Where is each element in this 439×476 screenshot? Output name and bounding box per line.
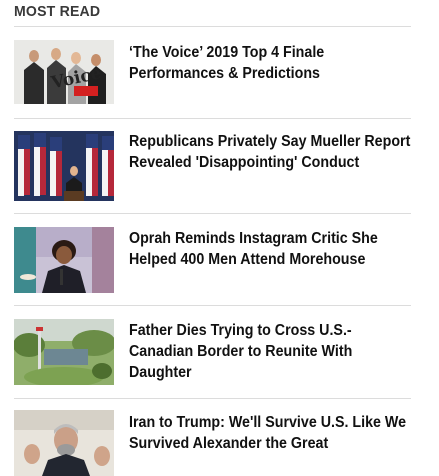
article-thumbnail[interactable]: [14, 410, 114, 476]
article-thumbnail[interactable]: [14, 319, 114, 385]
article-item[interactable]: Republicans Privately Say Mueller Report…: [14, 131, 414, 201]
article-thumbnail[interactable]: [14, 131, 114, 201]
the-voice-coaches-photo: Voice: [14, 40, 114, 104]
article-item[interactable]: Iran to Trump: We'll Survive U.S. Like W…: [14, 410, 414, 476]
oprah-speaking-photo: [14, 227, 114, 293]
article-title-link[interactable]: Iran to Trump: We'll Survive U.S. Like W…: [129, 412, 414, 454]
article-item[interactable]: Voice ‘The Voice’ 2019 Top 4 Finale Perf…: [14, 40, 414, 106]
article-item[interactable]: Father Dies Trying to Cross U.S.-Canadia…: [14, 319, 414, 385]
flags-podium-photo: [14, 131, 114, 201]
divider: [14, 213, 411, 214]
most-read-widget: MOST READ Voice ‘The Voice’ 2019 Top 4 F…: [0, 0, 439, 476]
divider: [14, 118, 411, 119]
article-item[interactable]: Oprah Reminds Instagram Critic She Helpe…: [14, 227, 414, 293]
article-title-link[interactable]: Father Dies Trying to Cross U.S.-Canadia…: [129, 320, 414, 383]
article-title-link[interactable]: ‘The Voice’ 2019 Top 4 Finale Performanc…: [129, 42, 414, 84]
article-title-link[interactable]: Oprah Reminds Instagram Critic She Helpe…: [129, 228, 414, 270]
iran-minister-photo: [14, 410, 114, 476]
divider: [14, 305, 411, 306]
article-title-link[interactable]: Republicans Privately Say Mueller Report…: [129, 131, 414, 173]
divider: [14, 398, 411, 399]
section-heading: MOST READ: [14, 3, 101, 20]
article-thumbnail[interactable]: [14, 227, 114, 293]
article-thumbnail[interactable]: Voice: [14, 40, 114, 104]
border-river-photo: [14, 319, 114, 385]
divider: [14, 26, 411, 27]
